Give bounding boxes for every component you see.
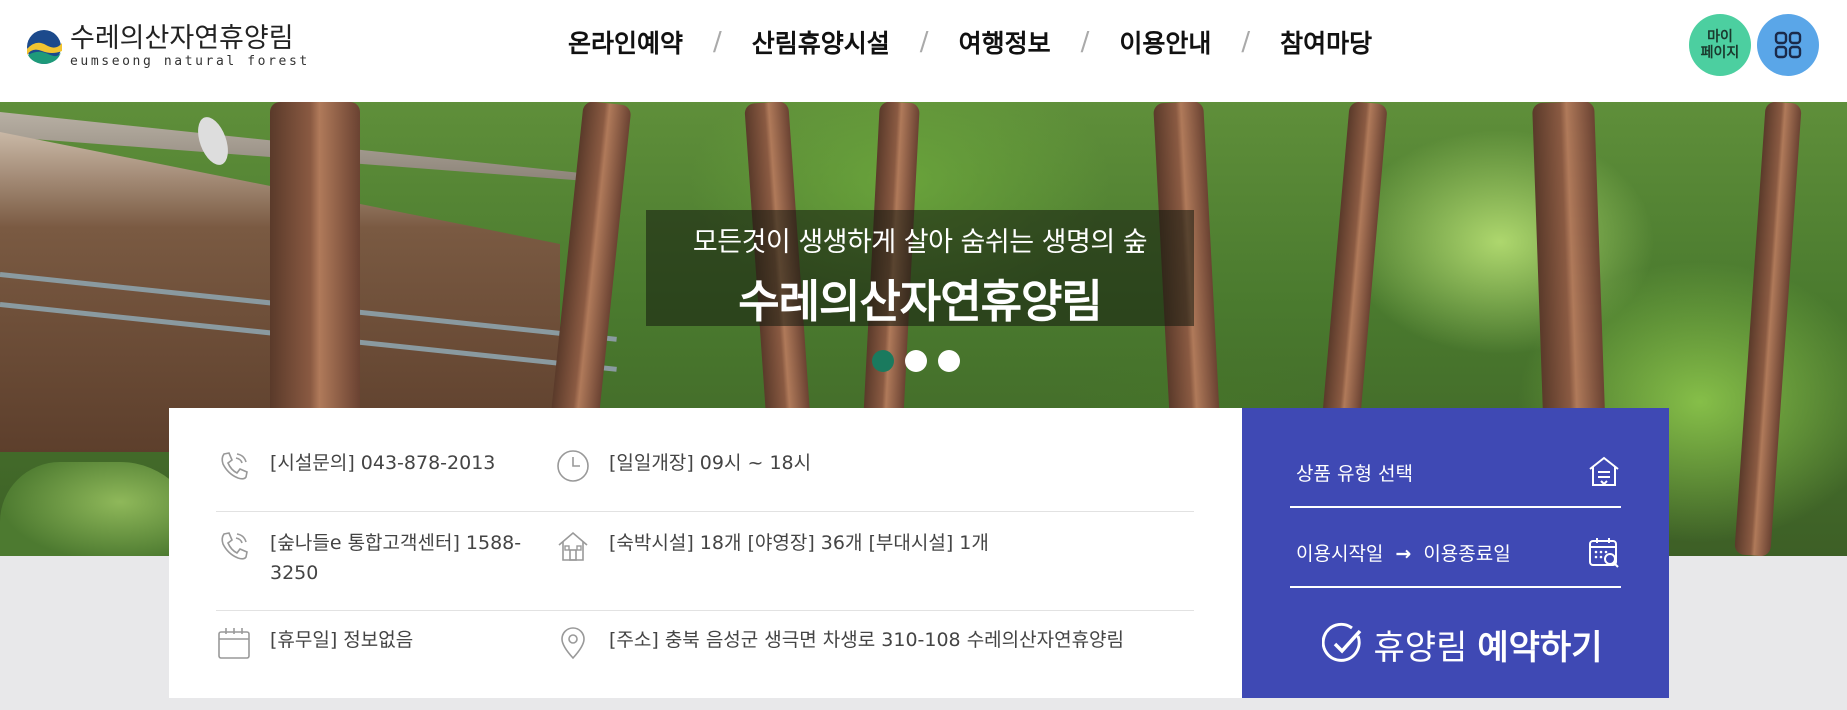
logo-name-ko: 수레의산자연휴양림 xyxy=(70,23,294,54)
tree-trunk xyxy=(1734,102,1802,556)
reserve-button[interactable]: 휴양림 예약하기 xyxy=(1312,614,1612,674)
calendar-search-icon xyxy=(1589,538,1619,568)
mypage-label-line2: 페이지 xyxy=(1700,45,1740,61)
check-circle-icon xyxy=(1321,622,1361,662)
nav-online-reservation[interactable]: 온라인예약 xyxy=(568,24,683,60)
info-panel: [시설문의] 043-878-2013 [일일개장] 09시 ~ 18시 [숲나… xyxy=(169,408,1242,698)
hero-title: 수레의산자연휴양림 xyxy=(738,275,1103,328)
callcenter-phone: [숲나들e 통합고객센터] 1588- 3250 xyxy=(216,528,521,588)
nav-forest-facilities[interactable]: 산림휴양시설 xyxy=(752,24,890,60)
nav-separator: / xyxy=(1241,27,1251,57)
mypage-button[interactable]: 마이 페이지 xyxy=(1689,14,1751,76)
slider-dot-3[interactable] xyxy=(938,350,960,372)
lodging-info: [숙박시설] 18개 [야영장] 36개 [부대시설] 1개 xyxy=(555,528,989,564)
slider-pagination xyxy=(872,350,960,372)
info-row: [시설문의] 043-878-2013 [일일개장] 09시 ~ 18시 xyxy=(216,448,1194,512)
range-arrow: → xyxy=(1395,542,1412,565)
clock-icon xyxy=(557,450,589,482)
nav-separator: / xyxy=(713,27,722,57)
hero-subtitle: 모든것이 생생하게 살아 숨쉬는 생명의 숲 xyxy=(692,227,1148,258)
callcenter-text: [숲나들e 통합고객센터] 1588- 3250 xyxy=(270,528,521,588)
reservation-panel-content: 상품 유형 선택 이용시작일 → 이용종료일 휴양림 예약하기 xyxy=(1242,408,1669,698)
slider-dot-2[interactable] xyxy=(905,350,927,372)
closed-days-text: [휴무일] 정보없음 xyxy=(270,629,414,651)
phone-icon xyxy=(221,452,248,480)
reserve-button-label-light: 휴양림 xyxy=(1373,627,1468,668)
nav-separator: / xyxy=(1080,27,1090,57)
facility-phone-text: [시설문의] 043-878-2013 xyxy=(270,452,496,474)
end-date-label: 이용종료일 xyxy=(1423,542,1511,565)
info-row: [숲나들e 통합고객센터] 1588- 3250 [숙박시설] 18개 [야영장… xyxy=(216,512,1194,611)
nav-separator: / xyxy=(919,27,929,57)
nav-travel-info[interactable]: 여행정보 xyxy=(959,24,1051,60)
nav-usage-guide[interactable]: 이용안내 xyxy=(1119,24,1211,60)
facility-phone: [시설문의] 043-878-2013 xyxy=(216,448,495,484)
closed-days: [휴무일] 정보없음 xyxy=(216,625,413,661)
logo-emblem-icon xyxy=(24,25,64,69)
main-nav: 온라인예약 / 산림휴양시설 / 여행정보 / 이용안내 / 참여마당 xyxy=(568,24,1372,60)
lodging-info-text: [숙박시설] 18개 [야영장] 36개 [부대시설] 1개 xyxy=(609,532,989,554)
callcenter-text-line1: [숲나들e 통합고객센터] 1588- xyxy=(270,532,522,554)
slider-dot-1[interactable] xyxy=(872,350,894,372)
calendar-icon xyxy=(218,628,250,659)
mypage-label-line1: 마이 xyxy=(1707,29,1733,45)
all-menu-button[interactable] xyxy=(1757,14,1819,76)
site-logo[interactable]: 수레의산자연휴양림 eumseong natural forest xyxy=(24,24,310,69)
grid-menu-icon xyxy=(1774,31,1802,59)
location-pin-icon xyxy=(561,627,585,660)
date-range-select[interactable]: 이용시작일 → 이용종료일 xyxy=(1290,518,1621,588)
callcenter-text-line2: 3250 xyxy=(270,562,319,584)
product-type-label: 상품 유형 선택 xyxy=(1296,462,1413,485)
house-icon xyxy=(558,531,588,561)
site-header: 수레의산자연휴양림 eumseong natural forest 온라인예약 … xyxy=(0,0,1847,102)
logo-name-en: eumseong natural forest xyxy=(70,54,310,69)
address-text: [주소] 충북 음성군 생극면 차생로 310-108 수레의산자연휴양림 xyxy=(609,629,1125,651)
info-row: [휴무일] 정보없음 [주소] 충북 음성군 생극면 차생로 310-108 수… xyxy=(216,611,1194,687)
opening-hours-text: [일일개장] 09시 ~ 18시 xyxy=(609,452,812,474)
phone-icon xyxy=(221,532,248,560)
start-date-label: 이용시작일 xyxy=(1296,542,1384,565)
reserve-button-label-bold: 예약하기 xyxy=(1477,627,1603,668)
hero-caption: 모든것이 생생하게 살아 숨쉬는 생명의 숲 수레의산자연휴양림 xyxy=(646,210,1194,328)
opening-hours: [일일개장] 09시 ~ 18시 xyxy=(555,448,811,484)
nav-community[interactable]: 참여마당 xyxy=(1280,24,1372,60)
product-type-select[interactable]: 상품 유형 선택 xyxy=(1290,438,1621,508)
address: [주소] 충북 음성군 생극면 차생로 310-108 수레의산자연휴양림 xyxy=(555,625,1124,661)
home-list-icon xyxy=(1589,456,1619,486)
date-range-label: 이용시작일 → 이용종료일 xyxy=(1290,539,1511,566)
